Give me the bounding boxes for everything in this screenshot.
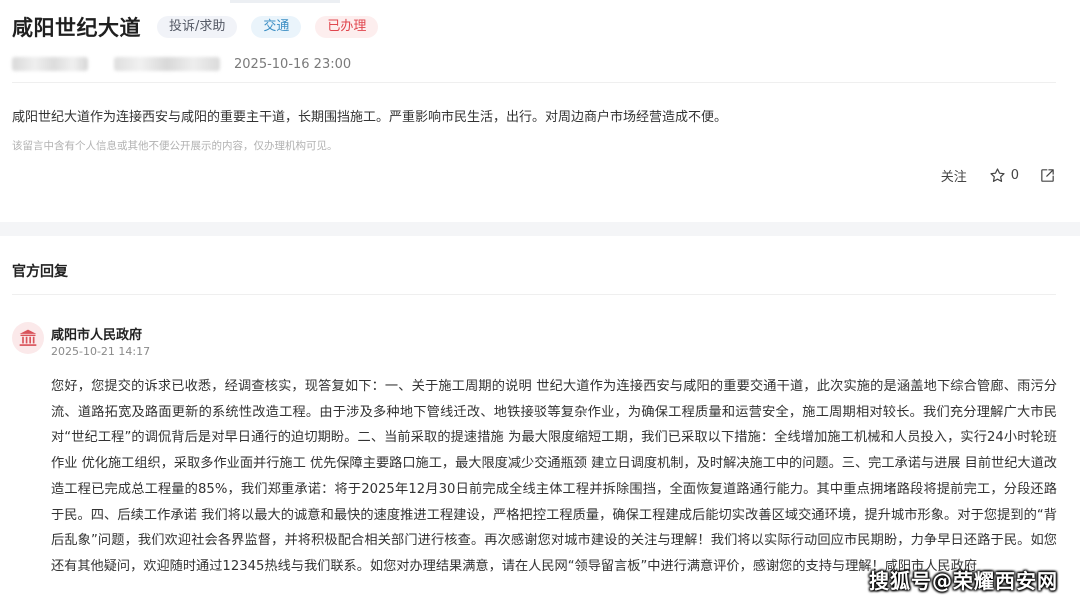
official-reply-heading: 官方回复 [12, 264, 68, 280]
post-time: 2025-10-16 23:00 [234, 56, 352, 72]
follow-button[interactable]: 关注 [941, 166, 967, 185]
org-name: 咸阳市人民政府 [51, 328, 143, 343]
section-separator [0, 222, 1080, 236]
post-actions: 关注 0 [941, 164, 1056, 186]
post-content: 咸阳世纪大道作为连接西安与咸阳的重要主干道，长期围挡施工。严重影响市民生活，出行… [12, 110, 728, 125]
post-header: 咸阳世纪大道 投诉/求助 交通 已办理 [12, 12, 379, 42]
star-icon [990, 167, 1005, 182]
government-building-icon [19, 329, 37, 346]
share-icon [1041, 168, 1054, 182]
post-meta: 2025-10-16 23:00 [12, 56, 351, 72]
star-button[interactable]: 0 [989, 167, 1019, 184]
tag-category[interactable]: 交通 [251, 16, 302, 38]
tag-type[interactable]: 投诉/求助 [157, 16, 238, 38]
reply-body: 您好，您提交的诉求已收悉，经调查核实，现答复如下：一、关于施工周期的说明 世纪大… [51, 379, 1057, 574]
redacted-location [114, 57, 220, 71]
org-avatar [12, 322, 44, 354]
post-title: 咸阳世纪大道 [12, 16, 141, 40]
privacy-notice: 该留言中含有个人信息或其他不便公开展示的内容，仅办理机构可见。 [12, 140, 338, 152]
divider [12, 294, 1056, 295]
top-edge-decoration [230, 0, 340, 3]
share-button[interactable] [1039, 167, 1056, 184]
watermark: 搜狐号@荣耀西安网 [869, 569, 1058, 593]
tag-status: 已办理 [315, 16, 379, 38]
star-count: 0 [1010, 167, 1019, 183]
reply-time: 2025-10-21 14:17 [51, 345, 151, 358]
divider [12, 82, 1056, 83]
redacted-author [12, 57, 88, 71]
